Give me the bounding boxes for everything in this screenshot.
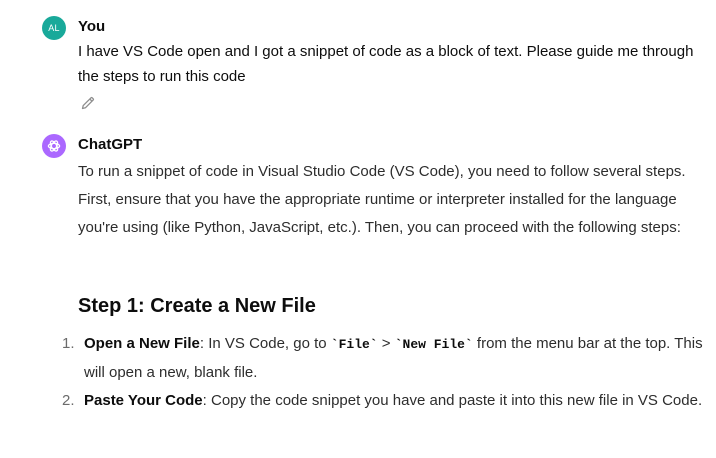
inline-code: `File` — [330, 337, 378, 352]
user-message: I have VS Code open and I got a snippet … — [78, 43, 694, 85]
user-avatar: AL — [42, 16, 66, 40]
list-item: 2. Paste Your Code: Copy the code snippe… — [56, 387, 706, 415]
assistant-intro: To run a snippet of code in Visual Studi… — [78, 163, 686, 236]
inline-code: `New File` — [394, 337, 473, 352]
pencil-icon[interactable] — [78, 93, 98, 113]
step-heading: Step 1: Create a New File — [78, 295, 316, 317]
list-item: 1. Open a New File: In VS Code, go to `F… — [56, 330, 706, 387]
step-title: Open a New File — [84, 335, 200, 352]
steps-list: 1. Open a New File: In VS Code, go to `F… — [56, 330, 706, 415]
step-number: 1. — [62, 335, 75, 352]
assistant-name: ChatGPT — [78, 136, 143, 153]
user-avatar-initials: AL — [48, 23, 60, 33]
chat-page: AL You I have VS Code open and I got a s… — [0, 0, 716, 458]
step-text: : In VS Code, go to — [199, 335, 331, 352]
step-text: : Copy the code snippet you have and pas… — [202, 392, 703, 409]
step-text: > — [377, 335, 395, 352]
openai-logo-icon — [47, 140, 61, 152]
chatgpt-avatar — [42, 134, 66, 158]
step-number: 2. — [62, 392, 75, 409]
user-name: You — [78, 18, 106, 35]
step-title: Paste Your Code — [84, 392, 203, 409]
